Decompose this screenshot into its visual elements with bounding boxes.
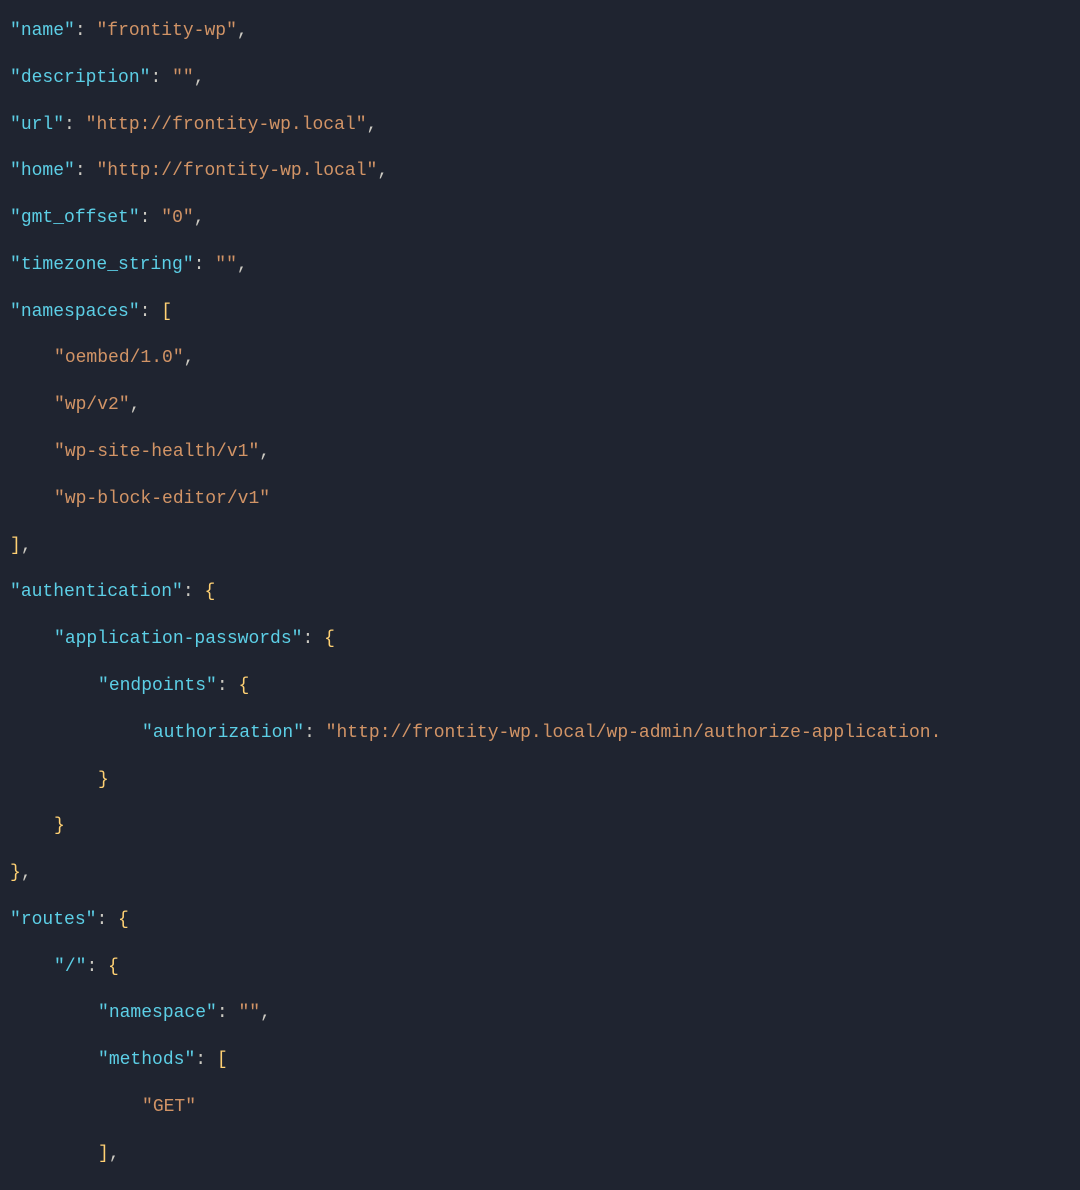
json-line: }: [10, 815, 1070, 838]
json-line: ],: [10, 535, 1070, 558]
json-line: "GET": [10, 1096, 1070, 1119]
json-line: "/": {: [10, 956, 1070, 979]
json-line: "application-passwords": {: [10, 628, 1070, 651]
json-line: "home": "http://frontity-wp.local",: [10, 160, 1070, 183]
json-code-block: "name": "frontity-wp", "description": ""…: [10, 20, 1070, 1190]
json-line: "wp-site-health/v1",: [10, 441, 1070, 464]
json-line: },: [10, 862, 1070, 885]
json-line: "oembed/1.0",: [10, 347, 1070, 370]
json-line: "routes": {: [10, 909, 1070, 932]
json-line: "authorization": "http://frontity-wp.loc…: [10, 722, 1070, 745]
json-line: "description": "",: [10, 67, 1070, 90]
json-line: }: [10, 769, 1070, 792]
json-line: ],: [10, 1143, 1070, 1166]
json-line: "authentication": {: [10, 581, 1070, 604]
json-line: "wp/v2",: [10, 394, 1070, 417]
json-line: "wp-block-editor/v1": [10, 488, 1070, 511]
json-line: "namespaces": [: [10, 301, 1070, 324]
json-line: "name": "frontity-wp",: [10, 20, 1070, 43]
json-line: "timezone_string": "",: [10, 254, 1070, 277]
json-line: "gmt_offset": "0",: [10, 207, 1070, 230]
json-line: "namespace": "",: [10, 1002, 1070, 1025]
json-line: "methods": [: [10, 1049, 1070, 1072]
json-line: "endpoints": {: [10, 675, 1070, 698]
json-line: "url": "http://frontity-wp.local",: [10, 114, 1070, 137]
